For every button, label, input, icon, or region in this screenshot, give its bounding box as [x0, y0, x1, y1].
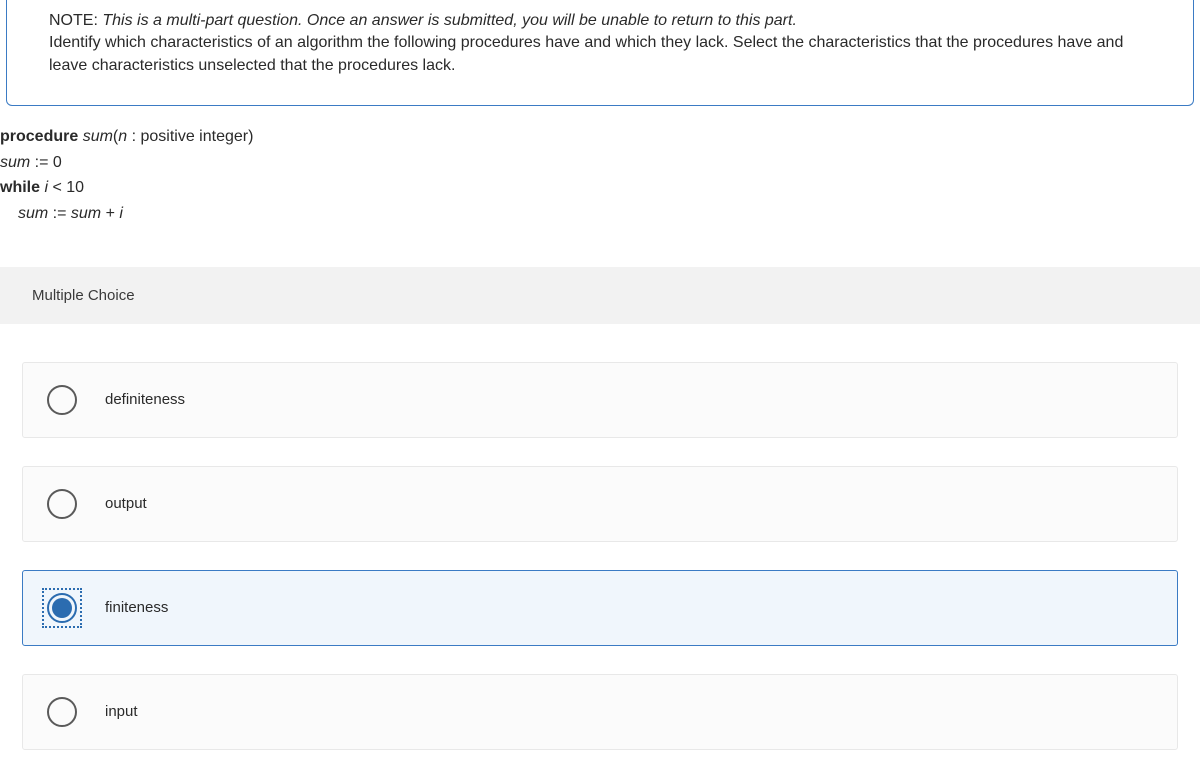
option-finiteness[interactable]: finiteness: [22, 570, 1178, 646]
procedure-line-1: procedure sum(n : positive integer): [0, 124, 1200, 150]
option-input[interactable]: input: [22, 674, 1178, 750]
procedure-line-2: sum := 0: [0, 150, 1200, 176]
keyword-procedure: procedure: [0, 128, 83, 145]
note-italic: This is a multi-part question. Once an a…: [102, 12, 797, 29]
cond-lt-10: < 10: [52, 179, 84, 196]
options-container: definiteness output finiteness input: [0, 362, 1200, 750]
proc-name: sum: [83, 128, 113, 145]
option-label: finiteness: [105, 599, 168, 616]
var-sum-lhs: sum: [18, 205, 53, 222]
radio-icon: [47, 697, 77, 727]
note-label: NOTE:: [49, 12, 102, 29]
proc-param-n: n: [118, 128, 131, 145]
note-text: NOTE: This is a multi-part question. Onc…: [49, 10, 1161, 77]
assign-zero: := 0: [35, 154, 62, 171]
procedure-line-3: while i < 10: [0, 175, 1200, 201]
procedure-block: procedure sum(n : positive integer) sum …: [0, 124, 1200, 226]
radio-icon: [47, 489, 77, 519]
option-label: output: [105, 495, 147, 512]
option-output[interactable]: output: [22, 466, 1178, 542]
question-note-box: NOTE: This is a multi-part question. Onc…: [6, 0, 1194, 106]
plus-op: +: [106, 205, 120, 222]
var-i-rhs: i: [119, 205, 123, 222]
keyword-while: while: [0, 179, 44, 196]
assign-op: :=: [53, 205, 71, 222]
option-definiteness[interactable]: definiteness: [22, 362, 1178, 438]
radio-focus-ring: [42, 588, 82, 628]
radio-icon: [47, 385, 77, 415]
option-label: definiteness: [105, 391, 185, 408]
note-body-text: Identify which characteristics of an alg…: [49, 34, 1123, 73]
option-label: input: [105, 703, 138, 720]
procedure-line-4: sum := sum + i: [0, 201, 1200, 227]
radio-icon-selected: [47, 593, 77, 623]
var-sum-rhs: sum: [71, 205, 106, 222]
var-sum: sum: [0, 154, 35, 171]
multiple-choice-header: Multiple Choice: [0, 267, 1200, 324]
proc-param-type: : positive integer): [132, 128, 254, 145]
